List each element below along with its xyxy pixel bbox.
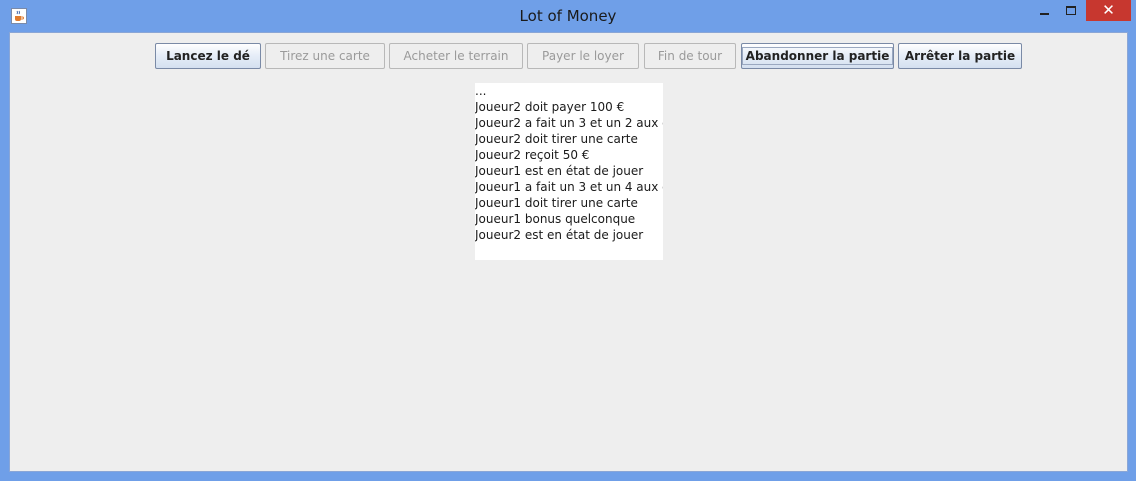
log-line: Joueur1 est en état de jouer <box>475 164 644 178</box>
stop-game-button[interactable]: Arrêter la partie <box>898 43 1022 69</box>
log-line: Joueur1 a fait un 3 et un 4 aux dés <box>475 180 663 194</box>
window-title: Lot of Money <box>519 7 617 25</box>
log-line: Joueur2 doit payer 100 € <box>475 100 625 114</box>
end-turn-label: Fin de tour <box>657 49 723 63</box>
stop-game-label: Arrêter la partie <box>904 49 1016 63</box>
roll-dice-label: Lancez le dé <box>166 49 250 63</box>
pay-rent-label: Payer le loyer <box>542 49 624 63</box>
title-bar[interactable]: Lot of Money ✕ <box>0 0 1136 32</box>
minimize-icon <box>1039 13 1049 15</box>
buy-land-button[interactable]: Acheter le terrain <box>389 43 523 69</box>
close-button[interactable]: ✕ <box>1086 0 1131 21</box>
abandon-game-button[interactable]: Abandonner la partie <box>741 43 894 69</box>
log-line: Joueur1 bonus quelconque <box>475 212 636 226</box>
abandon-game-label: Abandonner la partie <box>741 47 894 65</box>
main-panel: Lancez le dé Tirez une carte Acheter le … <box>9 32 1128 472</box>
log-line: Joueur2 a fait un 3 et un 2 aux dés <box>475 116 663 130</box>
close-icon: ✕ <box>1102 1 1115 19</box>
pay-rent-button[interactable]: Payer le loyer <box>527 43 639 69</box>
log-line: Joueur2 doit tirer une carte <box>475 132 638 146</box>
draw-card-label: Tirez une carte <box>280 49 370 63</box>
minimize-button[interactable] <box>1030 0 1058 22</box>
log-line: ... <box>475 84 487 98</box>
app-window: Lot of Money ✕ Lancez le dé Tirez une ca… <box>0 0 1136 481</box>
buy-land-label: Acheter le terrain <box>403 49 509 63</box>
log-line: Joueur1 doit tirer une carte <box>475 196 638 210</box>
log-line: Joueur2 est en état de jouer <box>475 228 644 242</box>
draw-card-button[interactable]: Tirez une carte <box>265 43 385 69</box>
log-line: Joueur2 reçoit 50 € <box>475 148 590 162</box>
roll-dice-button[interactable]: Lancez le dé <box>155 43 261 69</box>
end-turn-button[interactable]: Fin de tour <box>644 43 736 69</box>
maximize-button[interactable] <box>1058 0 1084 22</box>
maximize-icon <box>1066 5 1076 15</box>
game-log[interactable]: ... Joueur2 doit payer 100 € Joueur2 a f… <box>475 83 663 260</box>
